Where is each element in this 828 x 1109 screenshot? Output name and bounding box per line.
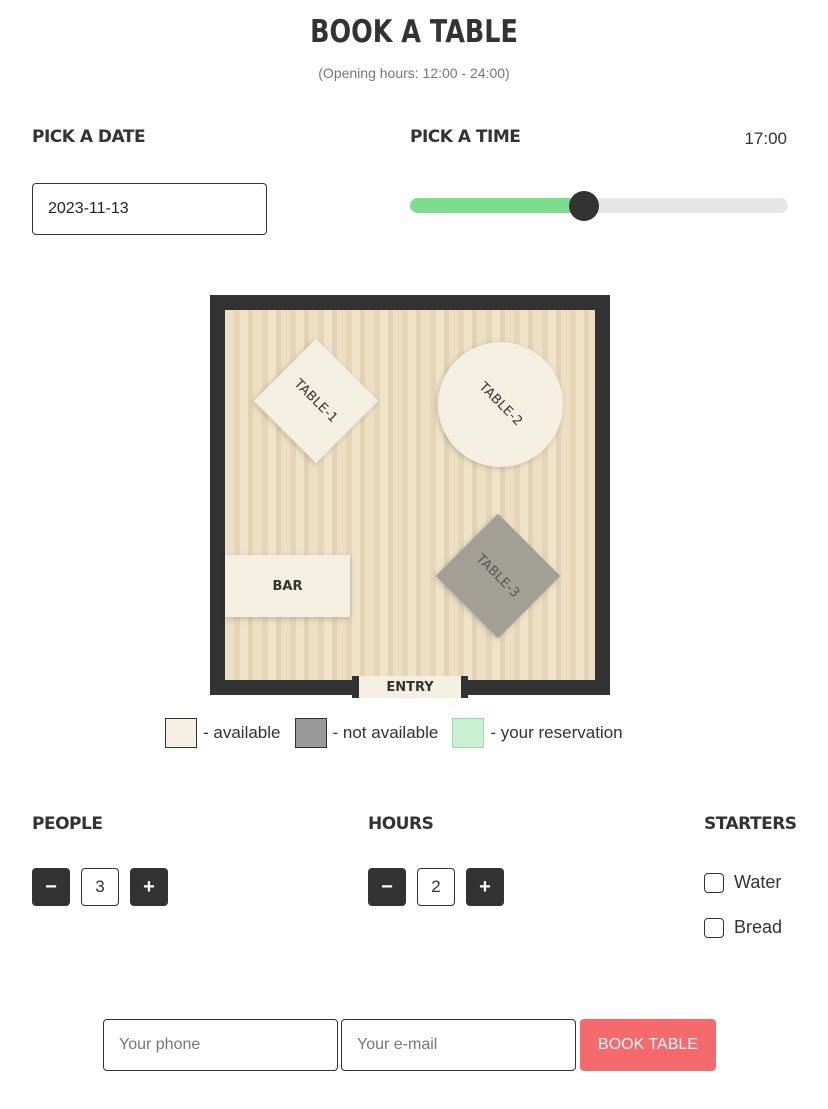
book-table-button[interactable]: BOOK TABLE [580,1019,716,1071]
water-label: Water [734,872,782,892]
time-slider[interactable] [410,191,788,221]
table-1-label: TABLE-1 [291,376,341,426]
legend: - available - not available - your reser… [165,718,637,748]
legend-available-label: - available [203,723,281,742]
time-slider-thumb[interactable] [569,191,599,221]
people-label: PEOPLE [32,814,103,834]
table-3-label: TABLE-3 [473,551,523,601]
hours-decrease-button[interactable]: − [368,868,406,906]
people-value: 3 [81,868,119,906]
bread-checkbox[interactable] [704,917,724,938]
legend-available: - available [165,718,281,748]
legend-your-reservation: - your reservation [452,718,623,748]
time-slider-fill [410,198,584,213]
legend-not-available: - not available [294,718,439,748]
opening-hours: (Opening hours: 12:00 - 24:00) [318,65,510,81]
starters-label: STARTERS [704,814,797,834]
water-checkbox[interactable] [704,872,724,893]
people-increase-button[interactable]: + [130,868,168,906]
hours-increase-button[interactable]: + [466,868,504,906]
hours-stepper: − 2 + [368,868,504,906]
phone-input[interactable] [103,1019,338,1071]
bread-label: Bread [734,917,783,937]
bar: BAR [225,555,350,617]
page-title: BOOK A TABLE [310,14,518,50]
legend-swatch-available [165,718,197,748]
email-input[interactable] [341,1019,576,1071]
hours-value: 2 [417,868,455,906]
time-label: PICK A TIME [410,127,521,147]
table-1[interactable]: TABLE-1 [253,338,379,464]
table-3[interactable]: TABLE-3 [435,513,561,639]
starter-water[interactable]: Water [704,872,781,893]
time-value: 17:00 [744,129,787,148]
table-2[interactable]: TABLE-2 [412,316,589,493]
entry: ENTRY [352,676,468,698]
hours-label: HOURS [368,814,434,834]
people-stepper: − 3 + [32,868,168,906]
people-decrease-button[interactable]: − [32,868,70,906]
legend-not-available-label: - not available [332,723,439,742]
legend-swatch-not-available [294,718,327,748]
legend-your-reservation-label: - your reservation [490,723,623,742]
legend-swatch-your-reservation [452,718,485,748]
date-input[interactable] [32,183,267,235]
floor-area: TABLE-1 TABLE-2 TABLE-3 BAR [225,310,595,680]
table-2-label: TABLE-2 [475,379,526,430]
floor-plan: TABLE-1 TABLE-2 TABLE-3 BAR [210,295,610,695]
starter-bread[interactable]: Bread [704,917,782,938]
date-label: PICK A DATE [32,127,146,147]
